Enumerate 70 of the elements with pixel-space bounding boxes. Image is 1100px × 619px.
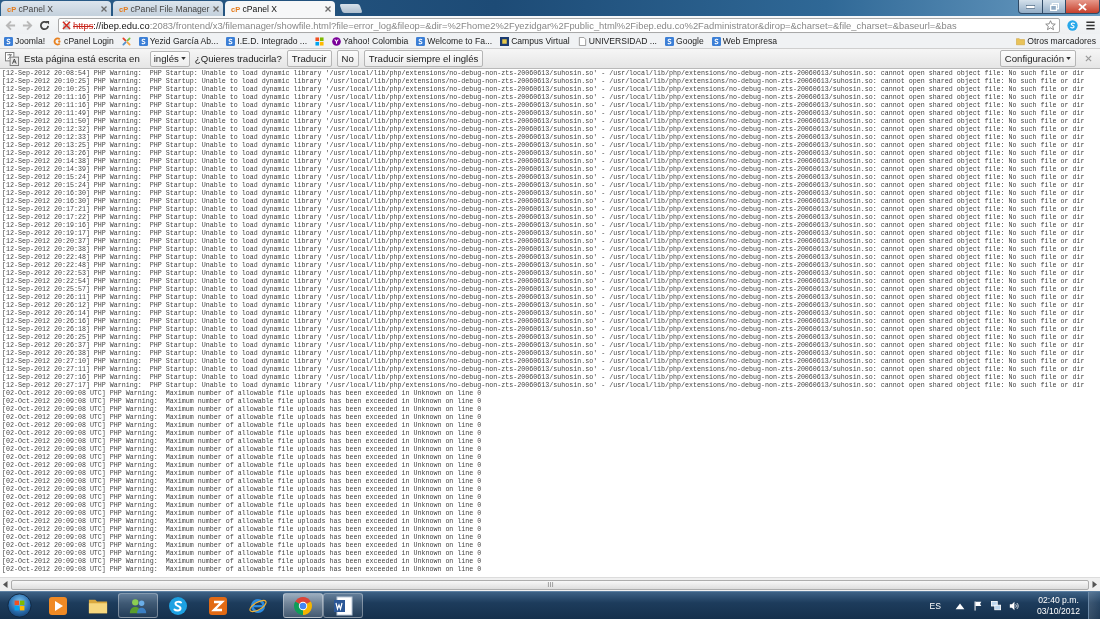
scrollbar-thumb[interactable] bbox=[11, 579, 1089, 590]
address-field[interactable]: https://ibep.edu.co:2083/frontend/x3/filemanager/showfile.html?file=error_log&fileop=&dir=%2Fhome2%2Fyezidgar%2Fpublic_html%2Fibep.edu.co%2Fadministrator&dirop=&charset=&file_charset=&baseurl=&bas bbox=[58, 17, 1060, 33]
tile-favicon-icon bbox=[4, 36, 13, 46]
tile-favicon-icon bbox=[665, 36, 674, 46]
page-icon bbox=[577, 36, 587, 46]
close-icon bbox=[1078, 2, 1087, 11]
reload-icon[interactable] bbox=[39, 19, 50, 31]
horizontal-scrollbar[interactable] bbox=[0, 577, 1100, 591]
maximize-button[interactable] bbox=[1043, 0, 1066, 14]
round-favicon-icon bbox=[332, 36, 342, 46]
tile-favicon-icon bbox=[711, 36, 721, 46]
input-language[interactable]: ES bbox=[929, 600, 941, 611]
taskbar-button[interactable] bbox=[323, 593, 363, 618]
crossed-lock-icon[interactable] bbox=[62, 20, 71, 30]
flag-logo-icon bbox=[315, 36, 325, 46]
segmented-ball-icon bbox=[293, 595, 313, 616]
folder-icon bbox=[1016, 36, 1026, 46]
bookmark[interactable]: Web Empresa bbox=[711, 36, 778, 46]
bookmark[interactable] bbox=[121, 36, 131, 46]
left-arrow-icon[interactable] bbox=[3, 581, 8, 588]
language-dropdown[interactable]: inglés bbox=[149, 50, 190, 67]
tile-favicon-icon bbox=[138, 36, 148, 46]
clock-time: 02:40 p.m. bbox=[1038, 594, 1079, 606]
clock-date: 03/10/2012 bbox=[1037, 605, 1080, 617]
round-logo-icon bbox=[168, 595, 188, 616]
tile-favicon-icon bbox=[226, 36, 236, 46]
restore-icon bbox=[1049, 2, 1059, 11]
square-favicon-icon bbox=[500, 36, 510, 46]
bookmark[interactable]: cPanel Login bbox=[53, 36, 114, 46]
volume-icon[interactable] bbox=[1009, 600, 1019, 611]
caret-icon bbox=[180, 57, 186, 60]
bookmark[interactable]: Joomla! bbox=[4, 36, 46, 46]
bookmark[interactable]: Welcome to Fa... bbox=[416, 36, 493, 46]
translate-message: Esta página está escrita en bbox=[24, 53, 140, 64]
swirl-favicon-icon bbox=[53, 36, 63, 46]
taskbar-button[interactable] bbox=[118, 593, 158, 618]
bookmark[interactable]: Google bbox=[665, 36, 704, 46]
close-icon[interactable] bbox=[325, 5, 331, 12]
bookmark[interactable]: UNIVERSIDAD ... bbox=[577, 36, 657, 46]
close-icon[interactable] bbox=[101, 5, 107, 12]
close-button[interactable] bbox=[1066, 0, 1100, 14]
right-arrow-icon[interactable] bbox=[1092, 581, 1097, 588]
bookmark[interactable]: I.E.D. Integrado ... bbox=[226, 36, 308, 46]
new-tab-button[interactable] bbox=[339, 4, 363, 13]
flag-icon[interactable] bbox=[973, 600, 983, 611]
bookmark[interactable]: Yezid García Ab... bbox=[138, 36, 219, 46]
grip-icon bbox=[546, 582, 554, 587]
close-icon[interactable] bbox=[213, 5, 219, 12]
x-logo-icon bbox=[121, 36, 131, 46]
translate-option-button[interactable]: Traducir siempre el inglés bbox=[363, 50, 484, 67]
minimize-button[interactable] bbox=[1018, 0, 1043, 14]
caret-icon bbox=[1066, 57, 1071, 60]
translate-question: ¿Quieres traducirla? bbox=[194, 53, 282, 64]
translate-option-button[interactable]: Traducir bbox=[286, 50, 332, 67]
star-icon[interactable] bbox=[1045, 19, 1056, 31]
zigzag-logo-icon bbox=[208, 595, 228, 616]
show-desktop-button[interactable] bbox=[1088, 592, 1100, 619]
translate-option-button[interactable]: No bbox=[336, 50, 359, 67]
play-icon bbox=[48, 595, 68, 616]
bookmark-folder[interactable]: Otros marcadores bbox=[1016, 36, 1096, 46]
start-orb-icon bbox=[6, 593, 32, 618]
network-icon[interactable] bbox=[991, 600, 1001, 611]
bookmark[interactable]: Campus Virtual bbox=[500, 36, 570, 46]
bookmark[interactable]: Yahoo! Colombia bbox=[332, 36, 409, 46]
tile-favicon-icon bbox=[416, 36, 426, 46]
translate-icon bbox=[5, 51, 19, 66]
document-logo-icon bbox=[333, 595, 353, 616]
bookmark[interactable] bbox=[315, 36, 325, 46]
menu-icon[interactable] bbox=[1085, 19, 1096, 31]
settings-button[interactable]: Configuración bbox=[999, 50, 1076, 67]
